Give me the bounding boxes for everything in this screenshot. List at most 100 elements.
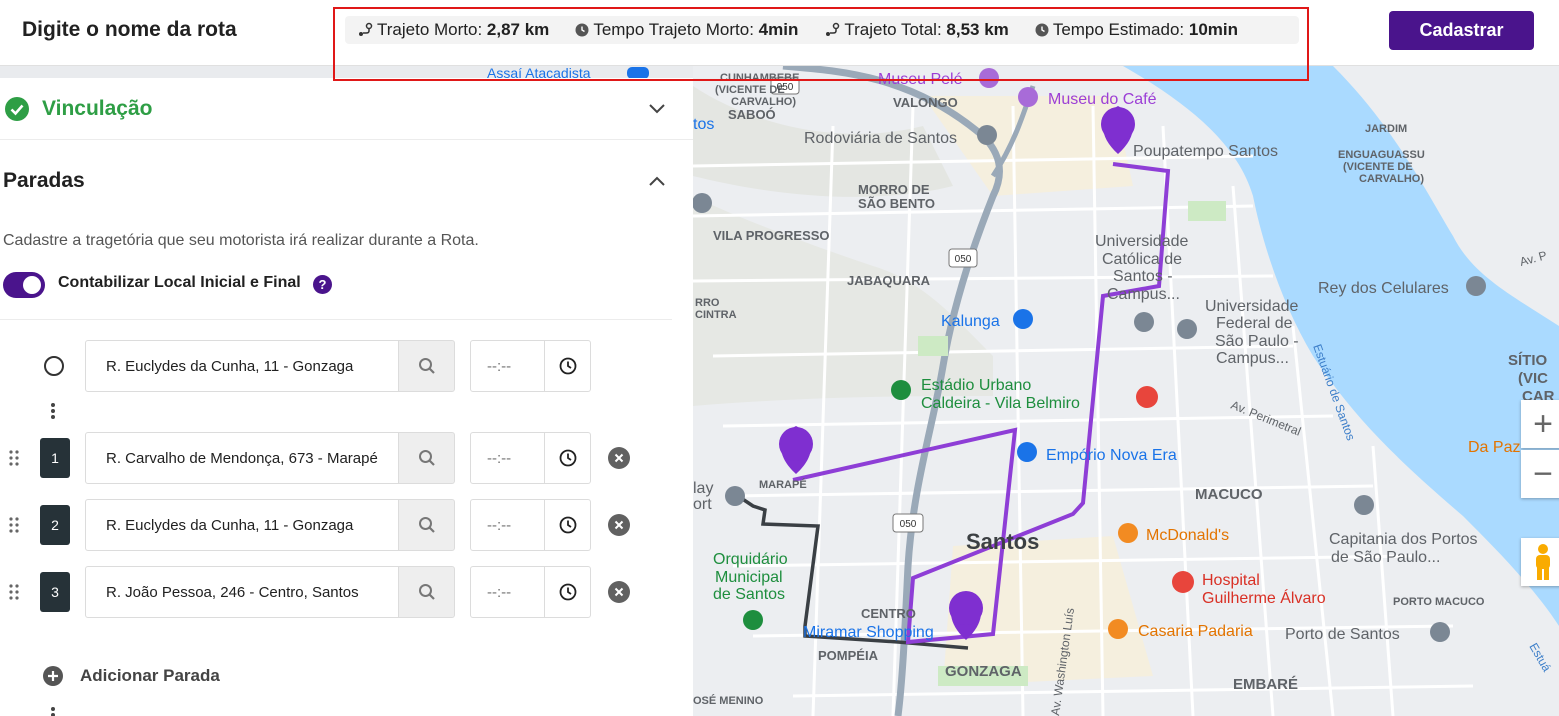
chevron-up-icon[interactable] xyxy=(647,174,667,188)
svg-text:050: 050 xyxy=(955,254,972,265)
street-view-pegman[interactable] xyxy=(1521,538,1559,586)
origin-time-input[interactable] xyxy=(470,340,545,392)
svg-text:CENTRO: CENTRO xyxy=(861,606,916,621)
svg-text:de São Paulo...: de São Paulo... xyxy=(1331,549,1440,566)
svg-text:McDonald's: McDonald's xyxy=(1146,527,1229,544)
stat-deadhead-distance: Trajeto Morto: 2,87 km xyxy=(357,20,549,40)
svg-text:Empório Nova Era: Empório Nova Era xyxy=(1046,447,1177,464)
svg-text:Casaria Padaria: Casaria Padaria xyxy=(1138,623,1253,640)
svg-text:São Paulo -: São Paulo - xyxy=(1215,333,1299,350)
svg-text:VILA PROGRESSO: VILA PROGRESSO xyxy=(713,228,830,243)
park-icon xyxy=(743,610,763,630)
clock-button[interactable] xyxy=(544,340,591,392)
clock-button[interactable] xyxy=(544,432,591,484)
clock-button[interactable] xyxy=(544,499,591,551)
plus-circle-icon xyxy=(43,666,63,686)
drag-handle-icon[interactable] xyxy=(8,583,20,601)
close-icon xyxy=(614,520,624,530)
shopping-icon xyxy=(1017,442,1037,462)
stop-number-badge: 2 xyxy=(40,505,70,545)
clock-icon xyxy=(559,449,576,467)
divider xyxy=(0,319,672,320)
svg-text:JARDIM: JARDIM xyxy=(1365,123,1407,135)
search-button[interactable] xyxy=(398,566,455,618)
help-icon[interactable]: ? xyxy=(313,275,332,294)
stop-time-input[interactable] xyxy=(470,499,545,551)
svg-text:VALONGO: VALONGO xyxy=(893,95,958,110)
close-icon xyxy=(614,587,624,597)
check-circle-icon xyxy=(5,97,29,121)
search-button[interactable] xyxy=(398,340,455,392)
svg-text:de Santos: de Santos xyxy=(713,586,785,603)
restaurant-icon xyxy=(1108,619,1128,639)
svg-text:Kalunga: Kalunga xyxy=(941,313,1000,330)
svg-text:CARVALHO): CARVALHO) xyxy=(1359,173,1424,185)
contabilizar-toggle[interactable] xyxy=(3,272,45,298)
clock-icon xyxy=(1035,23,1049,37)
stop-row: 3 xyxy=(0,566,693,618)
search-button[interactable] xyxy=(398,432,455,484)
svg-text:ENGUAGUASSU: ENGUAGUASSU xyxy=(1338,149,1425,161)
origin-address-input[interactable] xyxy=(85,340,399,392)
svg-text:050: 050 xyxy=(777,82,794,93)
clock-icon xyxy=(559,583,576,601)
route-map[interactable]: SABOÓ VALONGO MORRO DE SÃO BENTO VILA PR… xyxy=(693,66,1559,716)
chevron-down-icon[interactable] xyxy=(647,102,667,116)
search-icon xyxy=(418,584,435,600)
toggle-label: Contabilizar Local Inicial e Final xyxy=(58,274,301,291)
add-stop-label: Adicionar Parada xyxy=(80,666,220,685)
stop-time-input[interactable] xyxy=(470,432,545,484)
top-bar: Digite o nome da rota Trajeto Morto: 2,8… xyxy=(0,0,1559,66)
stop-address-input[interactable] xyxy=(85,432,399,484)
stop-row: 1 xyxy=(0,432,693,484)
park xyxy=(918,336,948,356)
svg-text:Hospital: Hospital xyxy=(1202,572,1260,589)
svg-text:Estádio Urbano: Estádio Urbano xyxy=(921,377,1031,394)
stop-time-input[interactable] xyxy=(470,566,545,618)
museum-icon xyxy=(1018,87,1038,107)
svg-text:Da Paz: Da Paz xyxy=(1468,439,1520,456)
svg-text:GONZAGA: GONZAGA xyxy=(945,663,1022,680)
svg-text:CARVALHO): CARVALHO) xyxy=(731,96,796,108)
svg-text:Capitania dos Portos: Capitania dos Portos xyxy=(1329,531,1478,548)
svg-text:Porto de Santos: Porto de Santos xyxy=(1285,626,1400,643)
drag-handle-icon[interactable] xyxy=(8,449,20,467)
cadastrar-button[interactable]: Cadastrar xyxy=(1389,11,1534,50)
map-canvas[interactable]: SABOÓ VALONGO MORRO DE SÃO BENTO VILA PR… xyxy=(693,66,1559,716)
route-name-input[interactable]: Digite o nome da rota xyxy=(22,18,237,42)
remove-stop-button[interactable] xyxy=(608,447,630,469)
stop-number-badge: 1 xyxy=(40,438,70,478)
search-icon xyxy=(418,450,435,466)
close-icon xyxy=(614,453,624,463)
stop-address-input[interactable] xyxy=(85,499,399,551)
stop-row: 2 xyxy=(0,499,693,551)
remove-stop-button[interactable] xyxy=(608,514,630,536)
clock-icon xyxy=(559,516,576,534)
stop-address-input[interactable] xyxy=(85,566,399,618)
zoom-out-button[interactable]: − xyxy=(1521,450,1559,498)
stop-number-badge: 3 xyxy=(40,572,70,612)
svg-text:POMPÉIA: POMPÉIA xyxy=(818,648,879,663)
search-icon xyxy=(418,517,435,533)
origin-circle-icon xyxy=(44,356,64,376)
svg-text:RRO: RRO xyxy=(695,297,720,309)
clock-button[interactable] xyxy=(544,566,591,618)
svg-text:MORRO DE: MORRO DE xyxy=(858,182,930,197)
svg-text:Guilherme Álvaro: Guilherme Álvaro xyxy=(1202,588,1326,607)
svg-text:PORTO MACUCO: PORTO MACUCO xyxy=(1393,596,1485,608)
zoom-in-button[interactable]: + xyxy=(1521,400,1559,448)
route-icon xyxy=(826,22,840,36)
svg-text:JABAQUARA: JABAQUARA xyxy=(847,273,931,288)
svg-text:Orquidário: Orquidário xyxy=(713,551,788,568)
pegman-icon xyxy=(1536,544,1550,580)
svg-text:tos: tos xyxy=(693,116,714,133)
clock-icon xyxy=(559,357,576,375)
vinculacao-header[interactable]: Vinculação xyxy=(4,96,153,122)
svg-text:Universidade: Universidade xyxy=(1095,233,1188,250)
museum-icon xyxy=(979,68,999,88)
search-button[interactable] xyxy=(398,499,455,551)
remove-stop-button[interactable] xyxy=(608,581,630,603)
search-icon xyxy=(418,358,435,374)
drag-handle-icon[interactable] xyxy=(8,516,20,534)
add-stop-button[interactable]: Adicionar Parada xyxy=(42,665,220,687)
